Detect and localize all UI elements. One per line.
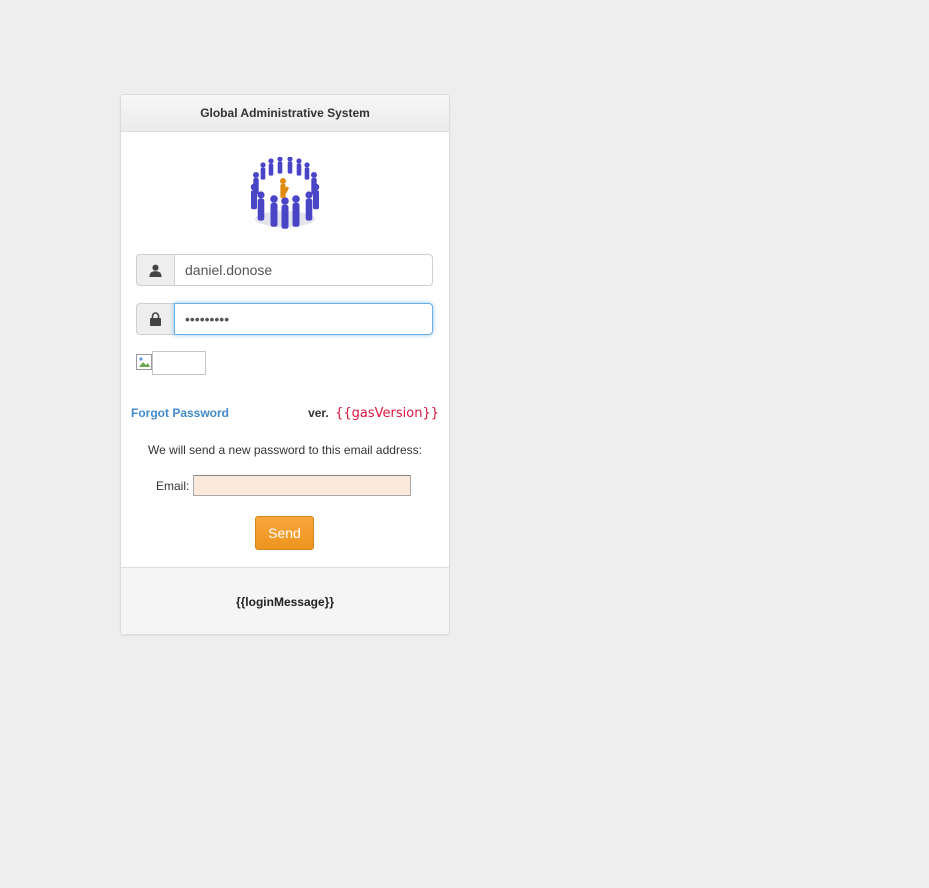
user-icon [136, 254, 174, 286]
email-row: Email: [156, 475, 412, 496]
lock-icon [136, 303, 174, 335]
panel-title: Global Administrative System [121, 95, 449, 132]
password-input[interactable] [174, 303, 433, 335]
captcha-input[interactable] [152, 351, 206, 375]
captcha-area [136, 351, 206, 375]
email-note: We will send a new password to this emai… [148, 443, 422, 457]
username-input[interactable] [174, 254, 433, 286]
forgot-password-link[interactable]: Forgot Password [131, 406, 229, 420]
login-panel: Global Administrative System daniel.dono… [120, 94, 450, 635]
version-prefix: ver. [308, 406, 329, 420]
people-circle-logo-icon [250, 156, 320, 235]
password-group [136, 303, 433, 335]
broken-image-icon [136, 354, 152, 370]
email-input[interactable] [193, 475, 412, 496]
version-label: ver. {{gasVersion}} [308, 406, 439, 421]
send-button[interactable]: Send [255, 516, 314, 550]
version-value: {{gasVersion}} [335, 406, 439, 421]
login-message: {{loginMessage}} [121, 567, 449, 634]
username-group [136, 254, 433, 286]
email-label: Email: [156, 478, 190, 493]
